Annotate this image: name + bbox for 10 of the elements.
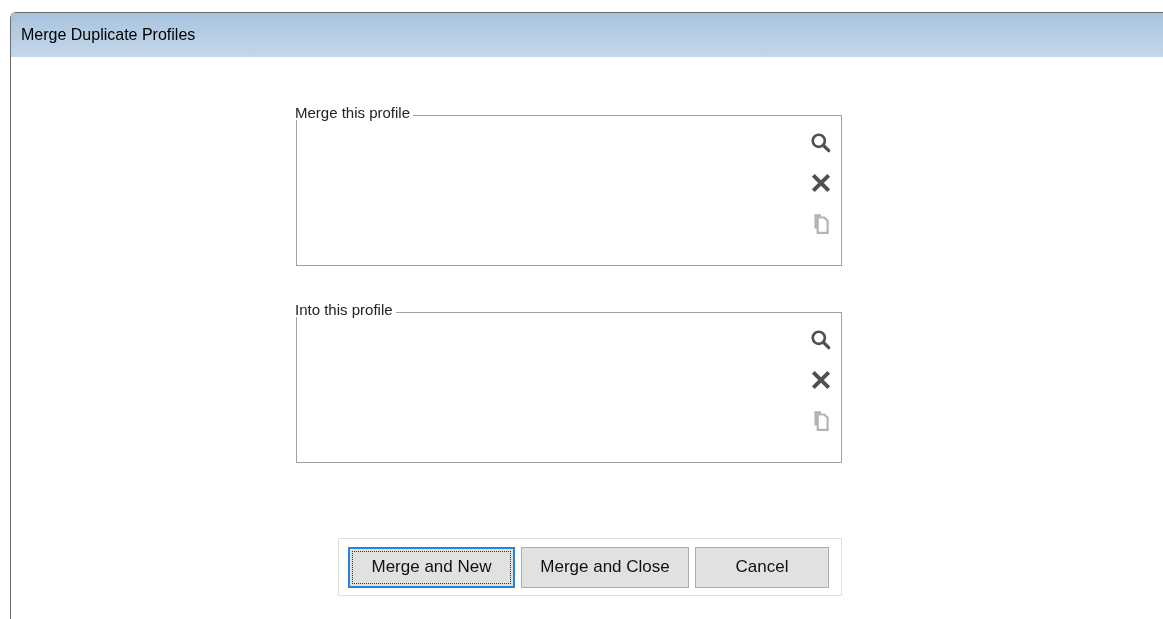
search-icon[interactable] (810, 329, 832, 351)
search-icon[interactable] (810, 132, 832, 154)
group-label: Into this profile (295, 302, 396, 317)
close-icon[interactable] (810, 172, 832, 194)
group-label: Merge this profile (295, 105, 414, 120)
window-title: Merge Duplicate Profiles (21, 25, 196, 45)
dialog-button[interactable]: Cancel (695, 546, 829, 588)
dialog-button[interactable]: Merge and Close (521, 546, 689, 588)
close-icon[interactable] (810, 369, 832, 391)
dialog-button[interactable]: Merge and New (348, 546, 515, 588)
